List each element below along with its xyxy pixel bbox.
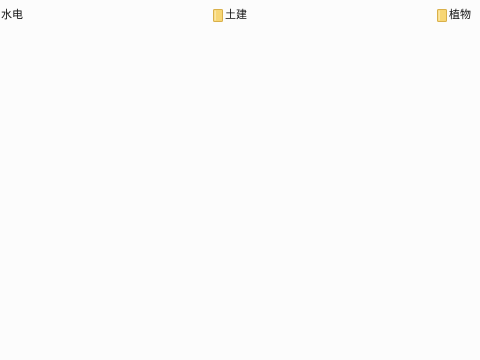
item-label: 植物 (449, 8, 471, 21)
list-item-zhiwu[interactable]: 植物 (437, 6, 471, 24)
list-item-shuidian[interactable]: 水电 (1, 6, 23, 24)
item-label: 水电 (1, 8, 23, 21)
folder-icon (213, 8, 223, 22)
list-item-tujian[interactable]: 土建 (213, 6, 247, 24)
item-label: 土建 (225, 8, 247, 21)
folder-icon (437, 8, 447, 22)
file-list-view: 水电 土建 植物 (0, 0, 480, 360)
